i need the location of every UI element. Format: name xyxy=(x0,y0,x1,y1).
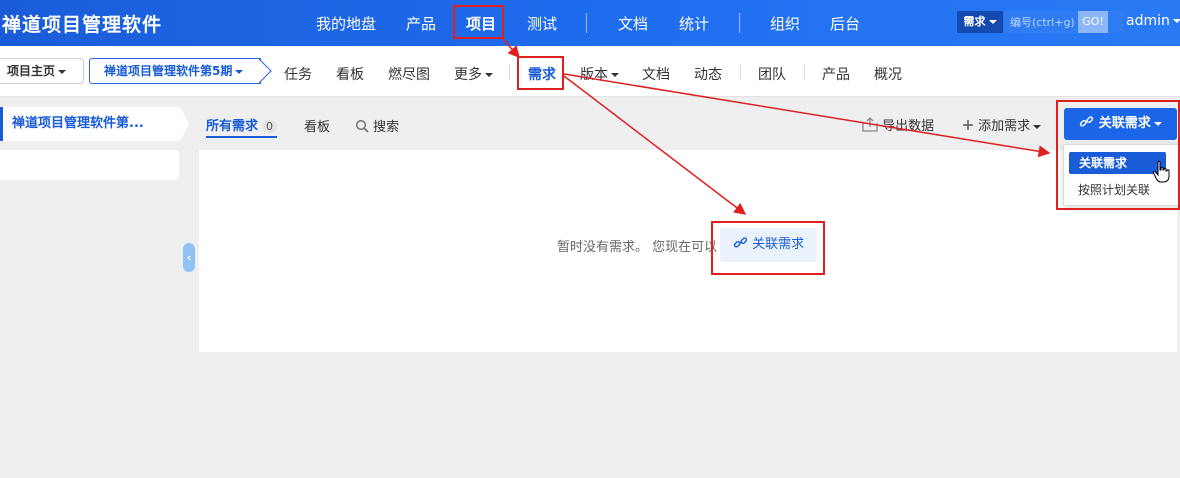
search-label: 搜索 xyxy=(373,120,400,135)
nav-doc[interactable]: 文档 xyxy=(618,13,648,34)
tab-kanban[interactable]: 看板 xyxy=(304,116,330,135)
chevron-down-icon xyxy=(1172,19,1180,23)
nav-test[interactable]: 测试 xyxy=(527,13,557,34)
subnav-story[interactable]: 需求 xyxy=(528,64,556,84)
empty-link-story-label: 关联需求 xyxy=(752,237,805,252)
subnav-divider xyxy=(740,64,741,80)
chevron-down-icon xyxy=(1153,121,1162,126)
empty-link-story-button[interactable]: 关联需求 xyxy=(720,228,817,262)
breadcrumb-project-label: 禅道项目管理软件第5期 xyxy=(104,64,233,78)
project-subnav-bar: 项目主页 禅道项目管理软件第5期 任务 看板 燃尽图 更多 需求 版本 文档 动… xyxy=(0,46,1180,97)
sidebar-card xyxy=(0,150,179,180)
search-type-select[interactable]: 需求 xyxy=(957,11,1003,33)
search-go-button[interactable]: GO! xyxy=(1078,11,1108,33)
subnav-divider xyxy=(509,64,510,80)
nav-admin[interactable]: 后台 xyxy=(830,13,860,34)
breadcrumb-home-label: 项目主页 xyxy=(7,64,56,78)
subnav-divider xyxy=(804,64,805,80)
nav-divider xyxy=(586,13,587,33)
count-badge: 0 xyxy=(262,120,278,133)
dropdown-item-link-by-plan[interactable]: 按照计划关联 xyxy=(1078,181,1150,198)
subnav-task[interactable]: 任务 xyxy=(284,64,312,84)
story-list-panel: 暂时没有需求。 您现在可以 关联需求 xyxy=(199,150,1177,352)
subnav-doc[interactable]: 文档 xyxy=(642,64,670,84)
tab-all-stories[interactable]: 所有需求 0 xyxy=(206,115,278,138)
chevron-down-icon xyxy=(235,69,244,74)
nav-my-dashboard[interactable]: 我的地盘 xyxy=(316,13,376,34)
subnav-more[interactable]: 更多 xyxy=(454,64,493,84)
export-label: 导出数据 xyxy=(882,119,935,134)
subnav-team[interactable]: 团队 xyxy=(758,64,786,84)
chevron-down-icon xyxy=(1033,124,1042,129)
link-icon xyxy=(733,237,748,248)
subnav-more-label: 更多 xyxy=(454,67,482,83)
export-icon xyxy=(862,117,878,132)
add-story-button[interactable]: 添加需求 xyxy=(962,115,1042,134)
subnav-build[interactable]: 版本 xyxy=(580,64,619,84)
sidebar-item-project[interactable]: 禅道项目管理软件第... xyxy=(0,107,189,141)
app-title[interactable]: 禅道项目管理软件 xyxy=(2,10,162,37)
subnav-kanban[interactable]: 看板 xyxy=(336,64,364,84)
plus-icon xyxy=(963,120,973,130)
empty-message: 暂时没有需求。 您现在可以 xyxy=(557,240,718,255)
breadcrumb-project-select[interactable]: 禅道项目管理软件第5期 xyxy=(89,58,261,84)
chevron-down-icon xyxy=(58,69,67,74)
link-story-label: 关联需求 xyxy=(1098,116,1151,131)
export-button[interactable]: 导出数据 xyxy=(862,115,934,134)
chevron-down-icon xyxy=(611,73,619,77)
search-icon xyxy=(355,119,369,133)
subnav-burndown[interactable]: 燃尽图 xyxy=(388,64,430,84)
subnav-dynamic[interactable]: 动态 xyxy=(694,64,722,84)
story-toolbar: 所有需求 0 看板 搜索 导出数据 添加需求 关联需求 xyxy=(199,108,1180,142)
breadcrumb-project-home[interactable]: 项目主页 xyxy=(0,58,84,84)
top-navbar: 禅道项目管理软件 我的地盘 产品 项目 测试 文档 统计 组织 后台 需求 GO… xyxy=(0,0,1180,46)
link-icon xyxy=(1080,116,1094,127)
search-button[interactable]: 搜索 xyxy=(355,116,399,135)
nav-product[interactable]: 产品 xyxy=(406,13,436,34)
link-story-button[interactable]: 关联需求 xyxy=(1064,108,1177,140)
search-type-label: 需求 xyxy=(963,15,986,28)
subnav-view[interactable]: 概况 xyxy=(874,64,902,84)
nav-report[interactable]: 统计 xyxy=(679,13,709,34)
chevron-down-icon xyxy=(485,73,493,77)
nav-project[interactable]: 项目 xyxy=(466,13,496,34)
collapse-sidebar-icon[interactable]: ‹ xyxy=(183,243,195,272)
subnav-product[interactable]: 产品 xyxy=(822,64,850,84)
nav-divider xyxy=(739,13,740,33)
subnav-build-label: 版本 xyxy=(580,67,608,83)
hand-cursor-icon xyxy=(1152,160,1170,183)
add-story-label: 添加需求 xyxy=(978,119,1031,134)
tab-all-label: 所有需求 xyxy=(206,119,259,134)
chevron-down-icon xyxy=(988,20,997,24)
user-name: admin xyxy=(1126,13,1170,29)
user-menu[interactable]: admin xyxy=(1126,13,1180,29)
nav-company[interactable]: 组织 xyxy=(770,13,800,34)
